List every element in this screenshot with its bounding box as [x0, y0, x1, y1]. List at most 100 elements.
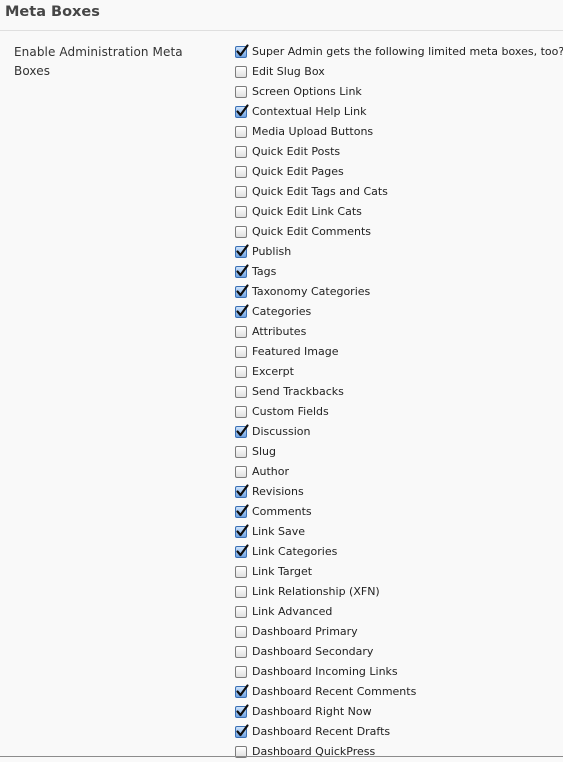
meta-box-option[interactable]: Screen Options Link — [235, 82, 563, 102]
option-label: Link Categories — [252, 545, 338, 558]
checkbox-checked[interactable] — [235, 504, 249, 518]
option-label: Quick Edit Posts — [252, 145, 341, 158]
meta-box-option[interactable]: Quick Edit Tags and Cats — [235, 182, 563, 202]
option-label: Tags — [252, 265, 277, 278]
setting-label: Enable Administration Meta Boxes — [14, 45, 183, 78]
option-label: Discussion — [252, 425, 311, 438]
option-label: Excerpt — [252, 365, 294, 378]
meta-box-option[interactable]: Dashboard QuickPress — [235, 742, 563, 762]
checkbox-unchecked[interactable] — [235, 366, 247, 378]
checkbox-unchecked[interactable] — [235, 406, 247, 418]
checkbox-unchecked[interactable] — [235, 446, 247, 458]
checkbox-unchecked[interactable] — [235, 326, 247, 338]
checkbox-unchecked[interactable] — [235, 386, 247, 398]
checkbox-checked[interactable] — [235, 704, 249, 718]
checkbox-checked[interactable] — [235, 44, 249, 58]
checkbox-unchecked[interactable] — [235, 146, 247, 158]
option-label: Quick Edit Comments — [252, 225, 372, 238]
checkbox-unchecked[interactable] — [235, 166, 247, 178]
checkbox-checked[interactable] — [235, 524, 249, 538]
checkbox-checked[interactable] — [235, 304, 249, 318]
meta-box-option[interactable]: Dashboard Right Now — [235, 702, 563, 722]
meta-box-option[interactable]: Contextual Help Link — [235, 102, 563, 122]
checkbox-checked[interactable] — [235, 244, 249, 258]
meta-box-option[interactable]: Dashboard Primary — [235, 622, 563, 642]
option-label: Categories — [252, 305, 312, 318]
meta-box-option[interactable]: Tags — [235, 262, 563, 282]
checkbox-unchecked[interactable] — [235, 346, 247, 358]
checkmark-icon — [236, 104, 249, 117]
checkmark-icon — [236, 484, 249, 497]
option-label: Link Target — [252, 565, 313, 578]
meta-box-option[interactable]: Link Advanced — [235, 602, 563, 622]
checkbox-unchecked[interactable] — [235, 226, 247, 238]
checkmark-icon — [236, 724, 249, 737]
section-title: Meta Boxes — [5, 4, 100, 20]
meta-box-options-list: Super Admin gets the following limited m… — [235, 42, 563, 762]
option-label: Dashboard Primary — [252, 625, 358, 638]
meta-box-option[interactable]: Link Save — [235, 522, 563, 542]
section-divider — [0, 30, 563, 31]
option-label: Screen Options Link — [252, 85, 362, 98]
checkbox-unchecked[interactable] — [235, 626, 247, 638]
checkbox-checked[interactable] — [235, 544, 249, 558]
meta-box-option[interactable]: Attributes — [235, 322, 563, 342]
checkbox-checked[interactable] — [235, 724, 249, 738]
option-label: Quick Edit Pages — [252, 165, 344, 178]
meta-box-option[interactable]: Comments — [235, 502, 563, 522]
meta-box-option[interactable]: Dashboard Recent Comments — [235, 682, 563, 702]
meta-box-option[interactable]: Quick Edit Comments — [235, 222, 563, 242]
meta-box-option[interactable]: Link Relationship (XFN) — [235, 582, 563, 602]
checkbox-unchecked[interactable] — [235, 186, 247, 198]
meta-box-option[interactable]: Send Trackbacks — [235, 382, 563, 402]
option-label: Link Relationship (XFN) — [252, 585, 380, 598]
meta-box-option[interactable]: Media Upload Buttons — [235, 122, 563, 142]
meta-box-option[interactable]: Featured Image — [235, 342, 563, 362]
checkbox-unchecked[interactable] — [235, 646, 247, 658]
meta-box-option[interactable]: Dashboard Incoming Links — [235, 662, 563, 682]
checkmark-icon — [236, 704, 249, 717]
meta-box-option[interactable]: Slug — [235, 442, 563, 462]
option-label: Quick Edit Tags and Cats — [252, 185, 388, 198]
checkbox-checked[interactable] — [235, 484, 249, 498]
meta-box-option[interactable]: Revisions — [235, 482, 563, 502]
meta-box-option[interactable]: Publish — [235, 242, 563, 262]
option-label: Link Save — [252, 525, 306, 538]
meta-box-option[interactable]: Custom Fields — [235, 402, 563, 422]
meta-box-option[interactable]: Quick Edit Link Cats — [235, 202, 563, 222]
meta-box-option[interactable]: Author — [235, 462, 563, 482]
checkbox-checked[interactable] — [235, 104, 249, 118]
checkbox-unchecked[interactable] — [235, 206, 247, 218]
checkbox-unchecked[interactable] — [235, 66, 247, 78]
checkbox-unchecked[interactable] — [235, 86, 247, 98]
meta-box-option[interactable]: Excerpt — [235, 362, 563, 382]
meta-box-option[interactable]: Discussion — [235, 422, 563, 442]
checkbox-checked[interactable] — [235, 684, 249, 698]
meta-box-option[interactable]: Categories — [235, 302, 563, 322]
option-label: Link Advanced — [252, 605, 333, 618]
meta-box-option[interactable]: Link Categories — [235, 542, 563, 562]
option-label: Author — [252, 465, 290, 478]
meta-box-option[interactable]: Link Target — [235, 562, 563, 582]
checkbox-checked[interactable] — [235, 284, 249, 298]
meta-box-option[interactable]: Edit Slug Box — [235, 62, 563, 82]
checkbox-unchecked[interactable] — [235, 666, 247, 678]
meta-box-option[interactable]: Dashboard Secondary — [235, 642, 563, 662]
checkbox-unchecked[interactable] — [235, 566, 247, 578]
checkbox-unchecked[interactable] — [235, 466, 247, 478]
checkbox-unchecked[interactable] — [235, 586, 247, 598]
checkbox-checked[interactable] — [235, 424, 249, 438]
meta-box-option[interactable]: Quick Edit Pages — [235, 162, 563, 182]
checkbox-checked[interactable] — [235, 264, 249, 278]
checkmark-icon — [236, 304, 249, 317]
meta-box-option[interactable]: Taxonomy Categories — [235, 282, 563, 302]
checkbox-unchecked[interactable] — [235, 126, 247, 138]
meta-box-option[interactable]: Super Admin gets the following limited m… — [235, 42, 563, 62]
option-label: Quick Edit Link Cats — [252, 205, 362, 218]
option-label: Dashboard Secondary — [252, 645, 374, 658]
option-label: Dashboard Recent Comments — [252, 685, 417, 698]
meta-box-option[interactable]: Quick Edit Posts — [235, 142, 563, 162]
checkbox-unchecked[interactable] — [235, 606, 247, 618]
checkmark-icon — [236, 264, 249, 277]
meta-box-option[interactable]: Dashboard Recent Drafts — [235, 722, 563, 742]
